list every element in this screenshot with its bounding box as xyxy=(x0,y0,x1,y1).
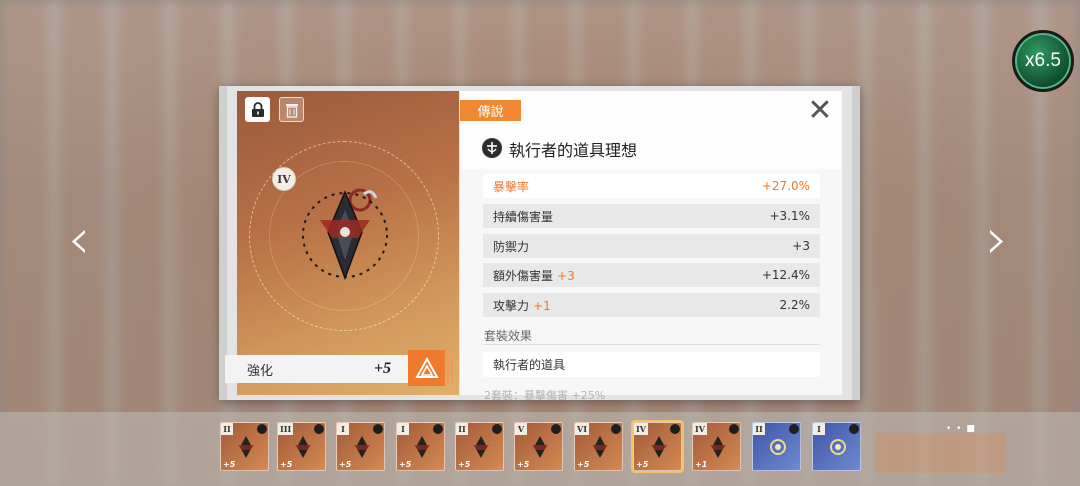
stat-bonus: +3 xyxy=(557,268,575,283)
slot-enhance-level: +5 xyxy=(223,460,236,469)
lock-icon xyxy=(433,424,443,434)
confirm-button-blurred xyxy=(875,433,1005,473)
equipment-thumbnail-icon xyxy=(414,436,430,458)
stat-name: 防禦力 xyxy=(493,239,530,254)
equipment-thumbnail-icon xyxy=(710,436,726,458)
stat-name: 攻擊力 +1 xyxy=(493,298,551,313)
slot-enhance-level: +5 xyxy=(458,460,471,469)
enhance-level-value: +5 xyxy=(373,360,391,377)
next-item-arrow[interactable]: › xyxy=(982,212,1012,272)
set-divider xyxy=(483,344,820,345)
inventory-slot[interactable]: IV +1 xyxy=(692,422,741,471)
set-description-peek: 2套裝：暴擊傷害 +25% xyxy=(484,389,606,402)
enhance-level-bar: 強化 +5 xyxy=(225,355,409,383)
lock-button[interactable] xyxy=(245,97,270,122)
dialog-left-rail xyxy=(219,86,227,400)
inventory-slot[interactable]: I xyxy=(812,422,861,471)
equipment-artwork xyxy=(302,188,388,281)
equipment-thumbnail-icon xyxy=(532,436,548,458)
lock-icon xyxy=(611,424,621,434)
dialog-right-rail xyxy=(852,86,860,400)
inventory-slot[interactable]: V +5 xyxy=(514,422,563,471)
sub-stat-row: 攻擊力 +1 2.2% xyxy=(483,293,820,317)
slot-rank-badge: I xyxy=(337,423,349,435)
equipment-thumbnail-icon xyxy=(473,436,489,458)
stat-value: +3.1% xyxy=(769,209,810,223)
slot-rank-badge: III xyxy=(278,423,294,435)
previous-item-arrow[interactable]: ‹ xyxy=(64,212,94,272)
slot-enhance-level: +5 xyxy=(399,460,412,469)
item-name: 執行者的道具理想 xyxy=(509,141,638,160)
close-button[interactable]: ✕ xyxy=(806,96,834,126)
lock-icon xyxy=(729,424,739,434)
inventory-slot[interactable]: IV +5 xyxy=(631,420,684,473)
inventory-slot[interactable]: III +5 xyxy=(277,422,326,471)
slot-rank-badge: I xyxy=(813,423,825,435)
lock-icon xyxy=(789,424,799,434)
equipment-thumbnail-icon xyxy=(354,436,370,458)
equipment-thumbnail-icon xyxy=(295,436,311,458)
inventory-slot[interactable]: I +5 xyxy=(336,422,385,471)
slot-rank-badge: VI xyxy=(575,423,589,435)
slot-rank-badge: II xyxy=(221,423,233,435)
lock-icon xyxy=(551,424,561,434)
lock-icon xyxy=(670,424,680,434)
slot-rank-badge: V xyxy=(515,423,527,435)
lock-icon xyxy=(257,424,267,434)
inventory-slot[interactable]: II +5 xyxy=(455,422,504,471)
lock-icon xyxy=(373,424,383,434)
rarity-tag: 傳說 xyxy=(460,100,521,121)
inventory-slot[interactable]: II xyxy=(752,422,801,471)
sub-stat-row: 防禦力 +3 xyxy=(483,234,820,258)
lock-icon xyxy=(849,424,859,434)
slot-rank-badge: IV xyxy=(693,423,707,435)
equipment-thumbnail-icon xyxy=(651,436,667,458)
stat-name: 額外傷害量 +3 xyxy=(493,268,575,283)
slot-enhance-level: +5 xyxy=(517,460,530,469)
slot-enhance-level: +5 xyxy=(636,460,649,469)
slot-enhance-level: +5 xyxy=(280,460,293,469)
set-name: 執行者的道具 xyxy=(493,358,566,372)
inventory-slot[interactable]: I +5 xyxy=(396,422,445,471)
speed-multiplier-button[interactable]: x6.5 xyxy=(1012,30,1074,92)
equipment-thumbnail-icon xyxy=(238,436,254,458)
slot-rank-badge: IV xyxy=(634,423,648,435)
lock-icon xyxy=(492,424,502,434)
slot-rank-badge: II xyxy=(456,423,468,435)
stat-name: 持續傷害量 xyxy=(493,209,554,224)
sub-stat-row: 額外傷害量 +3 +12.4% xyxy=(483,263,820,287)
enhance-label: 強化 xyxy=(247,363,274,379)
close-icon: ✕ xyxy=(807,93,833,128)
set-emblem-icon xyxy=(482,138,502,158)
equipment-thumbnail-icon xyxy=(830,439,846,455)
stat-name: 暴擊率 xyxy=(493,179,530,194)
sub-stat-row: 持續傷害量 +3.1% xyxy=(483,204,820,228)
stat-bonus: +1 xyxy=(533,298,551,313)
dismantle-button[interactable] xyxy=(279,97,304,122)
equipment-thumbnail-icon xyxy=(592,436,608,458)
stat-value: +27.0% xyxy=(761,179,810,193)
slot-enhance-level: +1 xyxy=(695,460,708,469)
slot-rank-badge: I xyxy=(397,423,409,435)
inventory-slot[interactable]: VI +5 xyxy=(574,422,623,471)
stat-value: 2.2% xyxy=(779,298,811,312)
equipment-thumbnail-icon xyxy=(770,439,786,455)
slot-rank-badge: II xyxy=(753,423,765,435)
set-name-box[interactable]: 執行者的道具 xyxy=(483,352,820,377)
stat-value: +12.4% xyxy=(761,268,810,282)
trash-icon xyxy=(285,103,298,118)
slot-enhance-level: +5 xyxy=(577,460,590,469)
main-stat-row: 暴擊率 +27.0% xyxy=(483,174,820,198)
lock-icon xyxy=(314,424,324,434)
enhance-button[interactable] xyxy=(408,350,445,386)
lock-icon xyxy=(251,101,264,117)
enhance-button-edge xyxy=(447,352,453,384)
stat-value: +3 xyxy=(792,239,810,253)
speed-multiplier-label: x6.5 xyxy=(1025,50,1061,71)
enhance-arrow-icon xyxy=(414,357,439,378)
slot-enhance-level: +5 xyxy=(339,460,352,469)
set-effect-title: 套裝效果 xyxy=(484,329,533,343)
inventory-slot[interactable]: II +5 xyxy=(220,422,269,471)
